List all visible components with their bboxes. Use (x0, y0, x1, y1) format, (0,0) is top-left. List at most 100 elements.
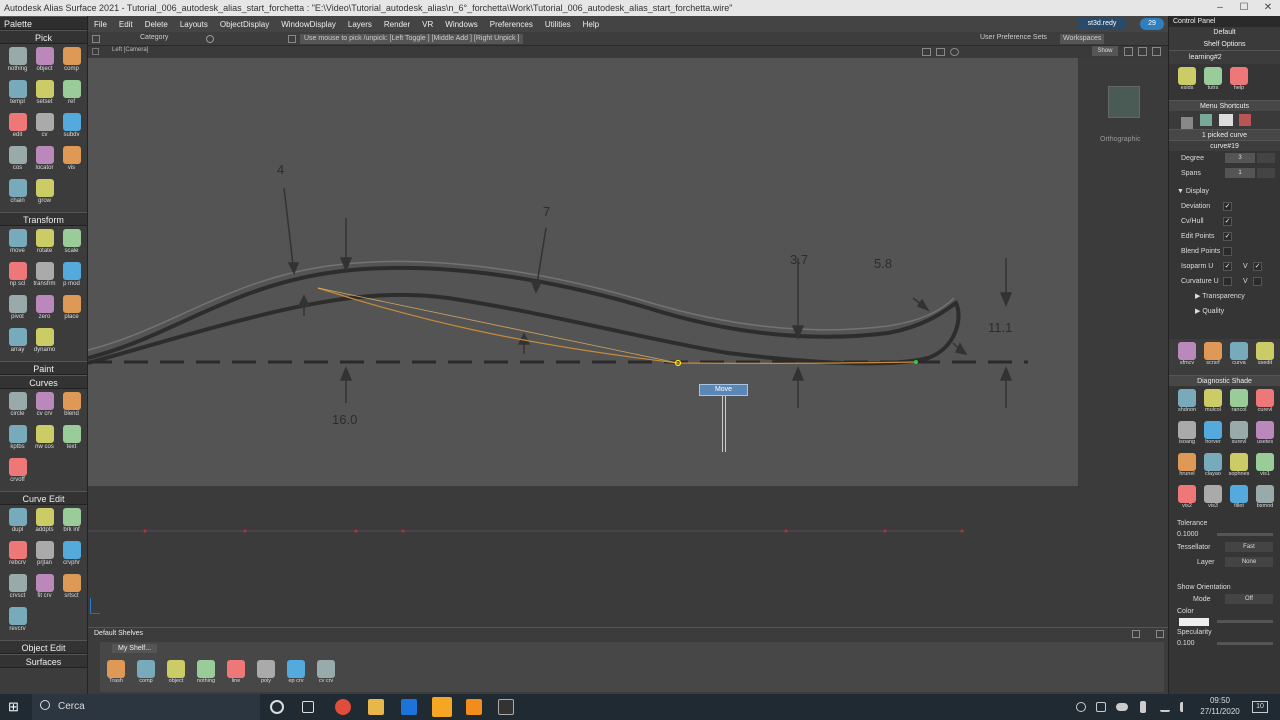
menu-delete[interactable]: Delete (139, 20, 174, 29)
tool-setset[interactable]: setset (32, 80, 57, 110)
menu-vr[interactable]: VR (416, 20, 439, 29)
cp-tool-sophnes[interactable]: sophnes (1227, 453, 1251, 483)
cp-tool-vis2[interactable]: vis2 (1175, 485, 1199, 515)
tool-grow[interactable]: grow (32, 179, 57, 209)
people-icon[interactable] (1076, 702, 1086, 712)
menu-edit[interactable]: Edit (113, 20, 139, 29)
spans-slider[interactable] (1257, 168, 1275, 178)
task-view-icon[interactable] (302, 701, 314, 713)
palette-section-curves[interactable]: Curves (0, 375, 87, 389)
cp-tool-tutrs[interactable]: tutrs (1201, 67, 1225, 97)
tool-vis[interactable]: vis (59, 146, 84, 176)
user-preference-sets[interactable]: User Preference Sets (980, 34, 1047, 41)
tool-kptbs[interactable]: kptbs (5, 425, 30, 455)
app-icon[interactable] (401, 699, 417, 715)
shelf-name-tab[interactable]: learning#2 (1169, 50, 1280, 64)
notification-badge[interactable]: 29 (1140, 18, 1164, 30)
shortcut-icon[interactable] (1199, 114, 1212, 126)
shelf-tab[interactable]: My Shelf... (112, 644, 158, 653)
shelf-tool-nothing[interactable]: nothing (194, 660, 218, 690)
tool-pivot[interactable]: pivot (5, 295, 30, 325)
tool-crvsct[interactable]: crvsct (5, 574, 30, 604)
menu-utilities[interactable]: Utilities (539, 20, 577, 29)
volume-icon[interactable] (1180, 702, 1190, 712)
menu-preferences[interactable]: Preferences (484, 20, 539, 29)
device-icon[interactable] (1096, 702, 1106, 712)
option-checkbox[interactable] (1223, 247, 1232, 256)
windows-start-icon[interactable]: ⊞ (8, 699, 24, 715)
shelf-tool-trash[interactable]: Trash (104, 660, 128, 690)
cp-tool-ssedit[interactable]: ssedit (1253, 342, 1277, 372)
shelf-tool-comp[interactable]: comp (134, 660, 158, 690)
palette-section-paint[interactable]: Paint (0, 361, 87, 375)
user-account[interactable]: st3d.redy (1078, 18, 1126, 30)
cp-tool-mulcol[interactable]: mulcol (1201, 389, 1225, 419)
search-icon[interactable] (206, 35, 214, 43)
spans-field[interactable]: 1 (1225, 168, 1255, 178)
taskbar-search-box[interactable]: Cerca (32, 694, 260, 720)
tool-locator[interactable]: locator (32, 146, 57, 176)
tool-comp[interactable]: comp (59, 47, 84, 77)
degree-slider[interactable] (1257, 153, 1275, 163)
shelf-tool-line[interactable]: line (224, 660, 248, 690)
menu-shortcuts[interactable]: Menu Shortcuts (1169, 100, 1280, 111)
layer-select[interactable]: None (1225, 557, 1273, 567)
shelf-tool-cv-crv[interactable]: cv crv (314, 660, 338, 690)
cp-tool-vis3[interactable]: vis3 (1201, 485, 1225, 515)
tool-nw-cos[interactable]: nw cos (32, 425, 57, 455)
view-cube[interactable] (1108, 86, 1140, 118)
wifi-icon[interactable] (1160, 702, 1170, 712)
shortcut-icon[interactable] (1218, 114, 1233, 126)
file-explorer-icon[interactable] (368, 699, 384, 715)
tolerance-slider[interactable] (1217, 533, 1273, 536)
zoom-icon[interactable] (950, 48, 959, 56)
tool-dynamo[interactable]: dynamo (32, 328, 57, 358)
cp-tool-curevl[interactable]: curevl (1253, 389, 1277, 419)
palette-section-curve-edit[interactable]: Curve Edit (0, 491, 87, 505)
menu-help[interactable]: Help (577, 20, 605, 29)
tool-revcrv[interactable]: revcrv (5, 607, 30, 637)
specularity-slider[interactable] (1217, 642, 1273, 645)
layout-icon[interactable] (1124, 47, 1133, 56)
minimize-button[interactable]: – (1208, 0, 1232, 16)
color-swatch[interactable] (1179, 618, 1209, 626)
default-preset[interactable]: Default (1169, 27, 1280, 39)
tool-transfrm[interactable]: transfrm (32, 262, 57, 292)
tool-text[interactable]: text (59, 425, 84, 455)
move-manipulator-handle[interactable] (722, 396, 726, 452)
tool-blend[interactable]: blend (59, 392, 84, 422)
cp-tool-sfmcv[interactable]: sfmcv (1175, 342, 1199, 372)
transparency-section[interactable]: ▶ Transparency (1169, 289, 1280, 304)
tool-brk-inf[interactable]: brk inf (59, 508, 84, 538)
menu-windows[interactable]: Windows (439, 20, 483, 29)
tool-cos[interactable]: cos (5, 146, 30, 176)
tool-zero[interactable]: zero (32, 295, 57, 325)
menu-render[interactable]: Render (378, 20, 416, 29)
alias-app-icon[interactable] (432, 697, 452, 717)
shelf-options[interactable]: Shelf Options (1169, 39, 1280, 50)
tool-scale[interactable]: scale (59, 229, 84, 259)
clock-time[interactable]: 09:50 (1200, 696, 1240, 705)
display-section[interactable]: ▼ Display (1169, 184, 1280, 199)
cp-tool-horver[interactable]: horver (1201, 421, 1225, 451)
tessellator-select[interactable]: Fast (1225, 542, 1273, 552)
close-icon[interactable] (92, 35, 100, 43)
cp-tool-help[interactable]: help (1227, 67, 1251, 97)
tool-prjtan[interactable]: prjtan (32, 541, 57, 571)
tool-nothing[interactable]: nothing (5, 47, 30, 77)
tool-circle[interactable]: circle (5, 392, 30, 422)
tool-p-mod[interactable]: p mod (59, 262, 84, 292)
notification-center-badge[interactable]: 10 (1252, 701, 1268, 713)
cp-tool-rancol[interactable]: rancol (1227, 389, 1251, 419)
degree-field[interactable]: 3 (1225, 153, 1255, 163)
vlc-icon[interactable] (466, 699, 482, 715)
chrome-icon[interactable] (335, 699, 351, 715)
option-checkbox[interactable]: ✓ (1223, 262, 1232, 271)
menu-layers[interactable]: Layers (342, 20, 378, 29)
shelf-close-icon[interactable] (1156, 630, 1164, 638)
cortana-icon[interactable] (270, 700, 284, 714)
tool-move[interactable]: move (5, 229, 30, 259)
option-checkbox[interactable]: ✓ (1223, 202, 1232, 211)
cp-tool-bsmod[interactable]: bsmod (1253, 485, 1277, 515)
palette-section-object-edit[interactable]: Object Edit (0, 640, 87, 654)
